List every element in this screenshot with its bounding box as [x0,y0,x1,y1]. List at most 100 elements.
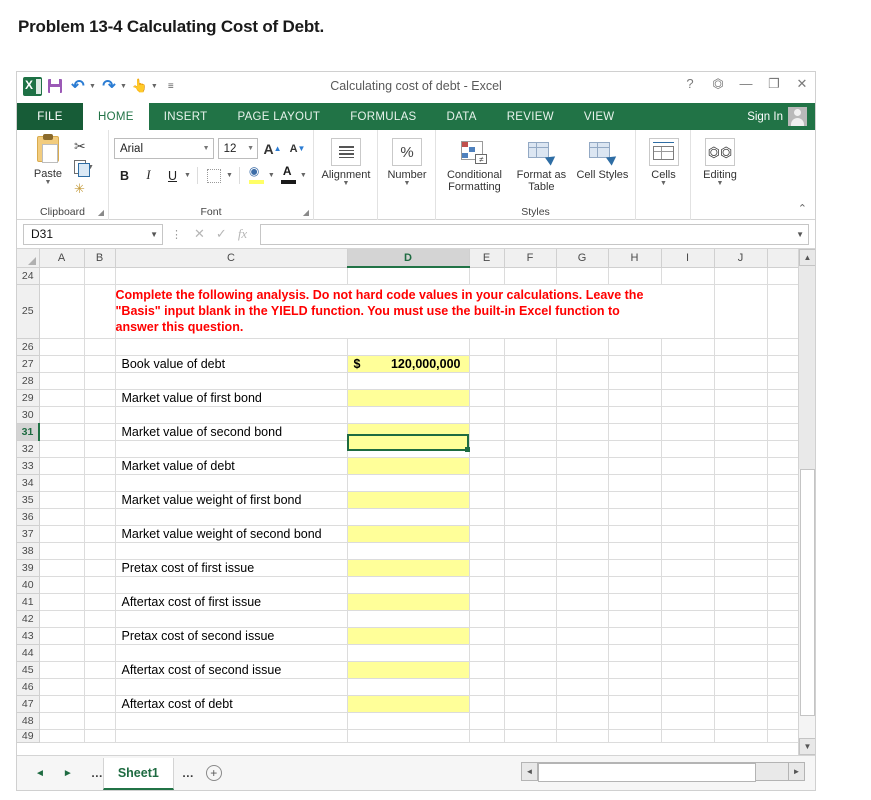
cell-a37[interactable] [39,525,85,543]
column-header-k-partial[interactable] [767,249,801,268]
cell-g31[interactable] [556,423,609,441]
cell-e36[interactable] [469,508,505,526]
cell-k35[interactable] [767,491,801,509]
cell-d44[interactable] [347,644,470,662]
cell-a24[interactable] [39,267,85,285]
cell-d47[interactable] [347,695,470,713]
cell-g49[interactable] [556,729,609,743]
sheet-nav-ellipsis-left[interactable]: … [91,766,103,780]
cell-j32[interactable] [714,440,768,458]
insert-function-icon[interactable]: fx [238,226,247,242]
cell-h41[interactable] [608,593,662,611]
cell-a44[interactable] [39,644,85,662]
cell-i37[interactable] [661,525,715,543]
cell-h44[interactable] [608,644,662,662]
cell-b31[interactable] [84,423,116,441]
row-header-30[interactable]: 30 [17,406,40,424]
cell-h32[interactable] [608,440,662,458]
cell-f39[interactable] [504,559,557,577]
cell-g26[interactable] [556,338,609,356]
cell-b44[interactable] [84,644,116,662]
restore-icon[interactable]: ❐ [767,77,781,90]
cell-i49[interactable] [661,729,715,743]
cell-k49[interactable] [767,729,801,743]
row-header-37[interactable]: 37 [17,525,40,543]
cell-h37[interactable] [608,525,662,543]
cell-f49[interactable] [504,729,557,743]
cells-button[interactable]: Cells ▼ [641,134,686,187]
cell-e32[interactable] [469,440,505,458]
cell-c39[interactable]: Pretax cost of first issue [115,559,348,577]
cell-b42[interactable] [84,610,116,628]
cell-a28[interactable] [39,372,85,390]
horizontal-scrollbar-track[interactable] [538,762,788,782]
cell-h29[interactable] [608,389,662,407]
cell-h24[interactable] [608,267,662,285]
cell-h30[interactable] [608,406,662,424]
cell-d39[interactable] [347,559,470,577]
scroll-up-button[interactable]: ▲ [799,249,815,266]
cell-k29[interactable] [767,389,801,407]
cell-b40[interactable] [84,576,116,594]
cell-k48[interactable] [767,712,801,730]
first-sheet-icon[interactable]: ◄ [35,768,45,779]
cell-k41[interactable] [767,593,801,611]
cell-d31-selected[interactable] [347,423,470,441]
cell-d49[interactable] [347,729,470,743]
minimize-icon[interactable]: — [739,77,753,90]
cell-j24[interactable] [714,267,768,285]
cell-e49[interactable] [469,729,505,743]
cell-h36[interactable] [608,508,662,526]
row-header-45[interactable]: 45 [17,661,40,679]
cell-j44[interactable] [714,644,768,662]
cell-h47[interactable] [608,695,662,713]
cell-h42[interactable] [608,610,662,628]
cell-d45[interactable] [347,661,470,679]
cell-a49[interactable] [39,729,85,743]
cell-j37[interactable] [714,525,768,543]
cell-i33[interactable] [661,457,715,475]
row-header-43[interactable]: 43 [17,627,40,645]
cell-j49[interactable] [714,729,768,743]
row-header-39[interactable]: 39 [17,559,40,577]
cell-e39[interactable] [469,559,505,577]
underline-button[interactable]: U [162,165,183,186]
cell-b29[interactable] [84,389,116,407]
cell-j28[interactable] [714,372,768,390]
tab-file[interactable]: FILE [17,103,83,130]
increase-font-size-button[interactable]: A ▲ [262,138,283,159]
cell-e42[interactable] [469,610,505,628]
cell-i46[interactable] [661,678,715,696]
help-icon[interactable]: ? [683,77,697,90]
cell-f31[interactable] [504,423,557,441]
decrease-font-size-button[interactable]: A ▼ [287,138,308,159]
alignment-button[interactable]: Alignment ▼ [319,134,373,187]
cell-d26[interactable] [347,338,470,356]
cell-e27[interactable] [469,355,505,373]
cell-a39[interactable] [39,559,85,577]
cell-j26[interactable] [714,338,768,356]
cell-e31[interactable] [469,423,505,441]
cell-e40[interactable] [469,576,505,594]
cell-d46[interactable] [347,678,470,696]
cell-k34[interactable] [767,474,801,492]
cell-f38[interactable] [504,542,557,560]
enter-formula-icon[interactable]: ✓ [216,226,227,242]
cell-k39[interactable] [767,559,801,577]
cell-b30[interactable] [84,406,116,424]
cell-b25[interactable] [84,284,116,339]
cell-k45[interactable] [767,661,801,679]
cell-c43[interactable]: Pretax cost of second issue [115,627,348,645]
cell-j46[interactable] [714,678,768,696]
sheet-nav-ellipsis-right[interactable]: … [174,756,202,790]
cell-i38[interactable] [661,542,715,560]
cell-a38[interactable] [39,542,85,560]
previous-sheet-icon[interactable]: ► [63,768,73,779]
row-header-28[interactable]: 28 [17,372,40,390]
cell-i28[interactable] [661,372,715,390]
cell-j29[interactable] [714,389,768,407]
row-header-47[interactable]: 47 [17,695,40,713]
row-header-36[interactable]: 36 [17,508,40,526]
select-all-corner[interactable] [17,249,40,268]
cell-k24[interactable] [767,267,801,285]
